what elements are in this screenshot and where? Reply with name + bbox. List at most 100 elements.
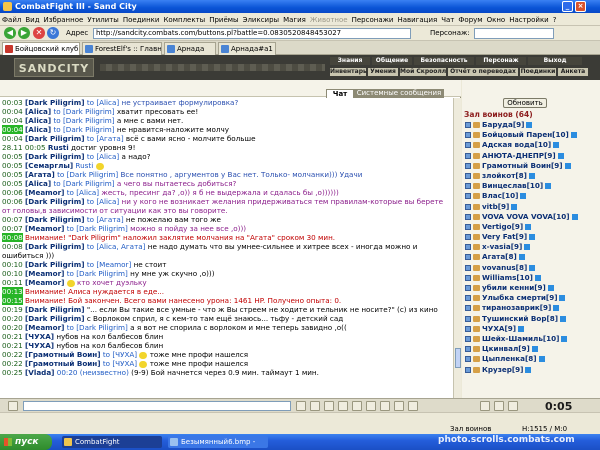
message-nick[interactable]: [Грамотный Воин]: [25, 359, 101, 368]
message-recipient[interactable]: to [Meamor]: [87, 260, 132, 269]
scrollbar-thumb[interactable]: [455, 348, 461, 368]
message-nick[interactable]: [Meamor]: [25, 269, 64, 278]
menu-techniques[interactable]: Приёмы: [207, 16, 240, 24]
player-name[interactable]: x-vasia[9]: [482, 242, 522, 251]
message-recipient[interactable]: to [Dark Piligrim]: [53, 125, 114, 134]
message-recipient[interactable]: to [Агата]: [87, 134, 124, 143]
chat-scrollbar[interactable]: [453, 98, 461, 398]
player-item[interactable]: Williams[10]: [462, 273, 600, 283]
player-item[interactable]: Грамотный Воин[9]: [462, 161, 600, 171]
info-icon[interactable]: [534, 274, 541, 281]
message-recipient[interactable]: to [Dark Piligrim]: [53, 107, 114, 116]
start-button[interactable]: пуск: [0, 434, 52, 450]
tab-chat[interactable]: Чат: [326, 89, 354, 98]
private-message-icon[interactable]: [465, 254, 471, 261]
nav-transfer-report[interactable]: Отчёт о переводах: [448, 68, 518, 76]
message-nick[interactable]: [ЧУХА]: [25, 341, 54, 350]
player-item[interactable]: тиранозаврик[9]: [462, 303, 600, 313]
player-name[interactable]: Грамотный Воин[9]: [482, 161, 563, 170]
info-icon[interactable]: [511, 203, 518, 210]
info-icon[interactable]: [553, 305, 560, 312]
private-message-icon[interactable]: [465, 193, 471, 200]
menu-magic[interactable]: Магия: [281, 16, 308, 24]
message-nick[interactable]: [Alica]: [25, 107, 51, 116]
private-message-icon[interactable]: [465, 172, 471, 179]
refresh-icon[interactable]: ↻: [47, 27, 59, 39]
message-nick[interactable]: [Грамотный Воин]: [25, 350, 101, 359]
menu-duels[interactable]: Поединки: [121, 16, 162, 24]
menu-settings[interactable]: Настройки: [507, 16, 551, 24]
info-icon[interactable]: [529, 234, 536, 241]
message-nick[interactable]: [Dark Piligrim]: [25, 134, 85, 143]
message-recipient[interactable]: to [ЧУХА]: [103, 350, 137, 359]
player-item[interactable]: Цкинвал[9]: [462, 344, 600, 354]
private-message-icon[interactable]: [465, 325, 471, 332]
player-item[interactable]: Тушинский Вор[8]: [462, 314, 600, 324]
private-message-icon[interactable]: [465, 356, 471, 363]
message-nick[interactable]: Внимание!: [25, 287, 66, 296]
send-icon[interactable]: [296, 401, 306, 411]
player-name[interactable]: Винцеслав[10]: [482, 181, 543, 190]
player-item[interactable]: Very Fat[9]: [462, 232, 600, 242]
player-item[interactable]: Агата[8]: [462, 252, 600, 262]
player-item[interactable]: VOVA VOVA VOVA[10]: [462, 212, 600, 222]
message-recipient[interactable]: to [Dark Piligrim]: [67, 224, 128, 233]
chat-mode-icon[interactable]: [8, 401, 18, 411]
nav-security[interactable]: Безопасность: [414, 57, 474, 65]
player-item[interactable]: Крузер[9]: [462, 365, 600, 375]
info-icon[interactable]: [529, 264, 536, 271]
stop-icon[interactable]: ✕: [33, 27, 45, 39]
player-name[interactable]: vovanus[8]: [482, 263, 527, 272]
message-nick[interactable]: [Dark Piligrim]: [25, 242, 85, 251]
player-name[interactable]: убили кенни[9]: [482, 283, 546, 292]
private-message-icon[interactable]: [465, 132, 471, 139]
message-recipient[interactable]: to [Dark Piligrim]: [67, 323, 128, 332]
message-recipient[interactable]: to [Dark Piligrim]: [57, 170, 118, 179]
tab-arnada-a1[interactable]: Арнада#a1: [218, 42, 276, 55]
filter-icon[interactable]: [352, 401, 362, 411]
info-icon[interactable]: [570, 132, 577, 139]
nav-profile[interactable]: Анкета: [558, 68, 588, 76]
message-nick[interactable]: [Alica]: [25, 116, 51, 125]
nav-communication[interactable]: Общение: [372, 57, 412, 65]
message-recipient[interactable]: 00:20 (неизвестно): [57, 368, 129, 377]
info-icon[interactable]: [531, 346, 538, 353]
message-recipient[interactable]: Rusti: [75, 161, 93, 170]
message-nick[interactable]: [Dark Piligrim]: [25, 152, 85, 161]
player-item[interactable]: Винцеслав[10]: [462, 181, 600, 191]
message-nick[interactable]: Внимание!: [25, 296, 66, 305]
menu-view[interactable]: Вид: [23, 16, 41, 24]
color-icon[interactable]: [366, 401, 376, 411]
private-message-icon[interactable]: [465, 213, 471, 220]
info-icon[interactable]: [528, 172, 535, 179]
silence-icon[interactable]: [494, 401, 504, 411]
translit-icon[interactable]: [338, 401, 348, 411]
info-icon[interactable]: [561, 335, 568, 342]
nav-my-scroll[interactable]: Мой Скроолл: [400, 68, 446, 76]
message-nick[interactable]: [Dark Piligrim]: [25, 314, 85, 323]
player-name[interactable]: Бойцовый Парен[10]: [482, 130, 569, 139]
player-name[interactable]: Very Fat[9]: [482, 232, 527, 241]
clear-icon[interactable]: [310, 401, 320, 411]
info-icon[interactable]: [559, 295, 566, 302]
player-name[interactable]: Крузер[9]: [482, 365, 523, 374]
player-name[interactable]: ЧУХА[9]: [482, 324, 516, 333]
private-message-icon[interactable]: [465, 142, 471, 149]
menu-pet[interactable]: Животное: [308, 16, 350, 24]
message-recipient[interactable]: to [ЧУХА]: [103, 359, 137, 368]
smiles-icon[interactable]: [324, 401, 334, 411]
player-item[interactable]: Баруда[9]: [462, 120, 600, 130]
player-item[interactable]: Адская вода[10]: [462, 140, 600, 150]
info-icon[interactable]: [538, 356, 545, 363]
menu-elixirs[interactable]: Эликсиры: [241, 16, 282, 24]
forward-icon[interactable]: ▶: [18, 27, 30, 39]
player-name[interactable]: VOVA VOVA VOVA[10]: [482, 212, 570, 221]
message-nick[interactable]: [Семарглы]: [25, 161, 73, 170]
player-name[interactable]: Vertigo[9]: [482, 222, 523, 231]
private-message-icon[interactable]: [465, 264, 471, 271]
info-icon[interactable]: [571, 213, 578, 220]
settings-icon[interactable]: [408, 401, 418, 411]
info-icon[interactable]: [525, 366, 532, 373]
nav-exit[interactable]: Выход: [528, 57, 582, 65]
menu-favorites[interactable]: Избранное: [42, 16, 86, 24]
